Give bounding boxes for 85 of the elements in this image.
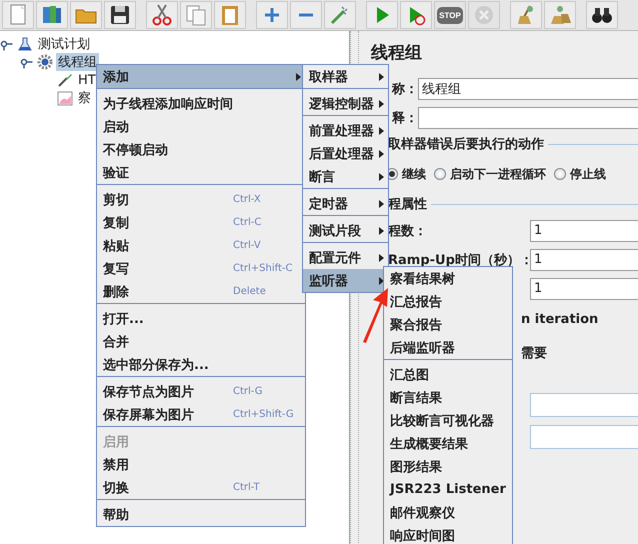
submenu-arrow-icon bbox=[379, 200, 384, 208]
menu-item[interactable]: 保存屏幕为图片 Ctrl+Shift-G bbox=[97, 403, 305, 426]
menu-item[interactable]: JSR223 Listener bbox=[384, 478, 512, 501]
menu-item[interactable]: 不停顿启动 bbox=[97, 138, 305, 161]
menu-item[interactable]: 删除 Delete bbox=[97, 280, 305, 303]
section-title: 取样器错误后要执行的动作 bbox=[388, 136, 544, 153]
submenu-arrow-icon bbox=[379, 172, 384, 180]
menu-item[interactable]: 比较断言可视化器 bbox=[384, 409, 512, 432]
plus-icon[interactable] bbox=[256, 1, 288, 29]
menu-item[interactable]: 切换 Ctrl-T bbox=[97, 476, 305, 499]
radio-button[interactable] bbox=[434, 168, 446, 180]
menu-item[interactable]: 后端监听器 bbox=[384, 336, 512, 359]
menu-item[interactable]: 启动 bbox=[97, 115, 305, 138]
menu-item[interactable]: 测试片段 bbox=[303, 219, 388, 242]
submenu-arrow-icon bbox=[379, 100, 384, 108]
play-icon[interactable] bbox=[366, 1, 398, 29]
section-title: 程属性 bbox=[388, 196, 427, 213]
menu-item[interactable]: 聚合报告 bbox=[384, 313, 512, 336]
menu-item[interactable]: 打开... bbox=[97, 307, 305, 330]
tree-item[interactable]: HT bbox=[76, 72, 98, 88]
input-field[interactable]: 1 bbox=[530, 278, 638, 300]
tree-item[interactable]: 测试计划 bbox=[36, 35, 92, 53]
menu-item[interactable]: 选中部分保存为... bbox=[97, 353, 305, 376]
menu-item[interactable]: 定时器 bbox=[303, 192, 388, 215]
input-field[interactable]: 1 bbox=[530, 220, 638, 242]
chart-icon bbox=[57, 90, 73, 106]
menu-item[interactable]: 剪切 Ctrl-X bbox=[97, 188, 305, 211]
menu-item[interactable]: 响应时间图 bbox=[384, 524, 512, 544]
menu-item[interactable]: 断言结果 bbox=[384, 386, 512, 409]
field-label: 程数： bbox=[388, 222, 428, 240]
menu-item[interactable]: 后置处理器 bbox=[303, 142, 388, 165]
wand-icon[interactable] bbox=[324, 1, 356, 29]
input-field[interactable]: 1 bbox=[530, 248, 638, 270]
clipboard-icon[interactable] bbox=[214, 1, 246, 29]
input-field[interactable] bbox=[530, 425, 638, 449]
submenu-arrow-icon bbox=[379, 126, 384, 134]
scissors-icon[interactable] bbox=[146, 1, 178, 29]
menu-item[interactable]: 添加 bbox=[97, 65, 305, 88]
menu-item[interactable]: 合并 bbox=[97, 330, 305, 353]
menu-item[interactable]: 复写 Ctrl+Shift-C bbox=[97, 257, 305, 280]
copy-icon[interactable] bbox=[180, 1, 212, 29]
menu-item[interactable]: 邮件观察仪 bbox=[384, 501, 512, 524]
menu-item[interactable]: 禁用 bbox=[97, 453, 305, 476]
menu-item[interactable]: 断言 bbox=[303, 165, 388, 188]
pipette-icon bbox=[57, 72, 73, 88]
books-icon[interactable] bbox=[36, 1, 68, 29]
option-label: n iteration bbox=[521, 312, 598, 327]
field-label: 释： bbox=[391, 110, 418, 126]
submenu-arrow-icon bbox=[379, 150, 384, 158]
submenu-arrow-icon bbox=[379, 226, 384, 234]
menu-item[interactable]: 图形结果 bbox=[384, 455, 512, 478]
menu-item[interactable]: 汇总图 bbox=[384, 363, 512, 386]
submenu-arrow-icon bbox=[379, 72, 384, 80]
panel-title: 线程组 bbox=[371, 42, 423, 64]
menu-item[interactable]: 粘贴 Ctrl-V bbox=[97, 234, 305, 257]
tree-item[interactable]: 线程组 bbox=[56, 53, 99, 71]
brooms-icon[interactable] bbox=[544, 1, 576, 29]
option-label: 需要 bbox=[521, 344, 547, 362]
flask-icon bbox=[17, 36, 33, 52]
radio-label: 继续 bbox=[402, 166, 426, 182]
menu-item[interactable]: 前置处理器 bbox=[303, 119, 388, 142]
radio-label: 启动下一进程循环 bbox=[450, 166, 546, 182]
menu-item[interactable]: 逻辑控制器 bbox=[303, 92, 388, 115]
field-label: Ramp-Up时间（秒）： bbox=[388, 252, 530, 268]
play-icon[interactable] bbox=[400, 1, 432, 29]
field-label: 称： bbox=[390, 80, 418, 98]
tree-item[interactable]: 察 bbox=[76, 89, 93, 107]
radio-label: 停止线 bbox=[570, 166, 606, 182]
gear-icon bbox=[37, 54, 53, 70]
radio-button[interactable] bbox=[554, 168, 566, 180]
input-field[interactable] bbox=[418, 106, 638, 128]
folder-icon[interactable] bbox=[70, 1, 102, 29]
menu-item[interactable]: 验证 bbox=[97, 161, 305, 184]
menu-item[interactable]: 复制 Ctrl-C bbox=[97, 211, 305, 234]
minus-icon[interactable] bbox=[290, 1, 322, 29]
search-icon[interactable] bbox=[586, 1, 618, 29]
menu-item[interactable]: 取样器 bbox=[303, 65, 388, 88]
input-field[interactable] bbox=[530, 393, 638, 417]
broom-icon[interactable] bbox=[510, 1, 542, 29]
new-file-icon[interactable] bbox=[2, 1, 34, 29]
menu-item[interactable]: 保存节点为图片 Ctrl-G bbox=[97, 380, 305, 403]
menu-item[interactable]: 生成概要结果 bbox=[384, 432, 512, 455]
input-field[interactable]: 线程组 bbox=[418, 78, 638, 100]
menu-item[interactable]: 为子线程添加响应时间 bbox=[97, 92, 305, 115]
menu-item[interactable]: 帮助 bbox=[97, 503, 305, 526]
